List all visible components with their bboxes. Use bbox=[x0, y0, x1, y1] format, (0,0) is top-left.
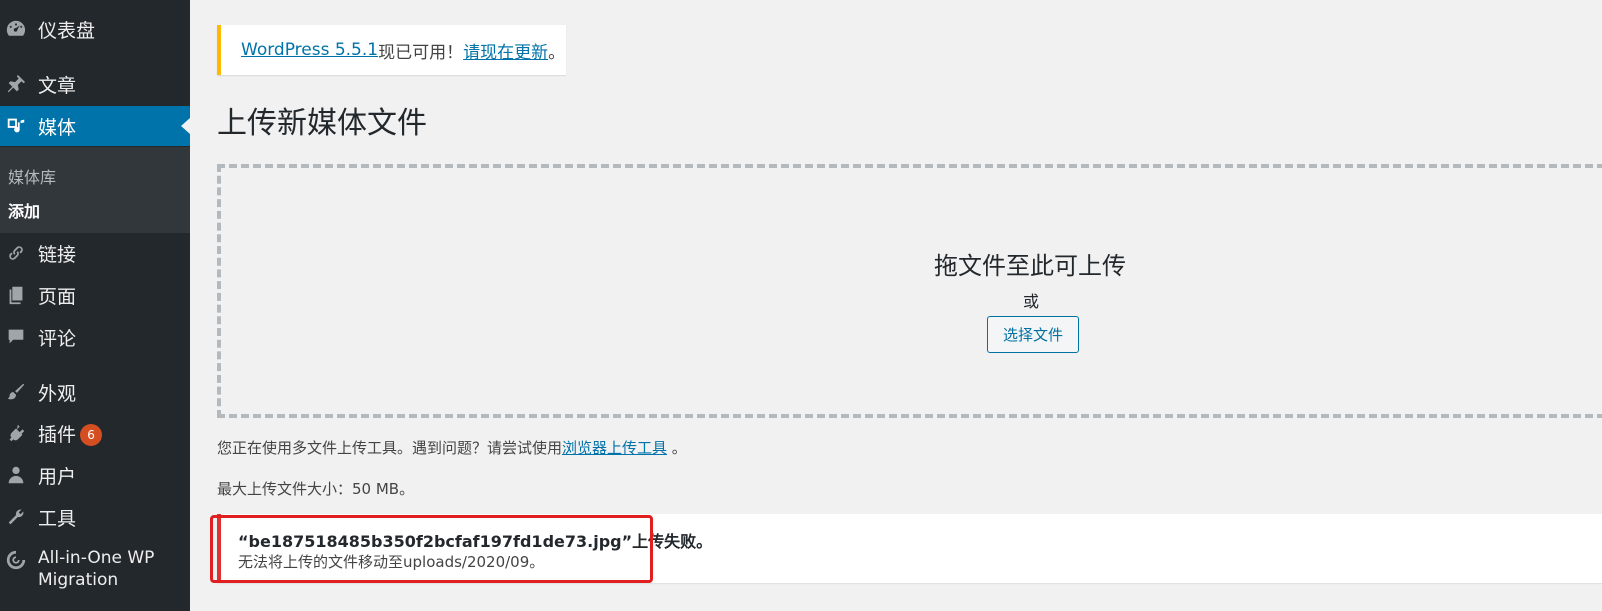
submenu-item-library[interactable]: 媒体库 bbox=[8, 164, 56, 188]
upload-error-title: “be187518485b350f2bcfaf197fd1de73.jpg”上传… bbox=[238, 532, 713, 551]
menu-label: 页面 bbox=[38, 285, 77, 308]
user-icon bbox=[4, 463, 28, 487]
update-now-link[interactable]: 请现在更新 bbox=[463, 38, 548, 63]
migration-icon bbox=[4, 548, 28, 572]
menu-label: 工具 bbox=[38, 507, 77, 530]
menu-item-plugins[interactable]: 插件 6 bbox=[0, 413, 190, 453]
menu-label: 用户 bbox=[38, 465, 77, 488]
menu-label: 文章 bbox=[38, 74, 77, 97]
max-upload-size: 最大上传文件大小：50 MB。 bbox=[217, 480, 415, 498]
drop-or-text: 或 bbox=[1023, 292, 1040, 311]
drop-instructions: 拖文件至此可上传 bbox=[934, 252, 1126, 280]
drag-drop-area[interactable] bbox=[217, 164, 1602, 418]
menu-item-users[interactable]: 用户 bbox=[0, 455, 190, 495]
comment-icon bbox=[4, 325, 28, 349]
notice-text: 现已可用！ bbox=[378, 42, 464, 63]
menu-label: 仪表盘 bbox=[38, 19, 96, 42]
menu-item-appearance[interactable]: 外观 bbox=[0, 372, 190, 412]
plugin-update-badge: 6 bbox=[80, 424, 103, 446]
media-submenu: 媒体库 添加 bbox=[0, 147, 190, 233]
upload-error-detail: 无法将上传的文件移动至uploads/2020/09。 bbox=[238, 553, 545, 571]
link-icon bbox=[4, 241, 28, 265]
media-icon bbox=[4, 114, 28, 138]
menu-item-dashboard[interactable]: 仪表盘 bbox=[0, 9, 190, 49]
browser-uploader-link[interactable]: 浏览器上传工具 bbox=[562, 439, 667, 457]
menu-label: 评论 bbox=[38, 327, 77, 350]
wordpress-version-link[interactable]: WordPress 5.5.1 bbox=[241, 40, 378, 60]
notice-end: 。 bbox=[548, 42, 566, 63]
uploader-note-text: 您正在使用多文件上传工具。遇到问题？请尝试使用 bbox=[217, 439, 563, 457]
admin-sidebar: 仪表盘 文章 媒体 媒体库 添加 链接 页面 评论 外观 插件 6 用户 工具 … bbox=[0, 0, 190, 611]
menu-label: 媒体 bbox=[38, 116, 77, 139]
menu-item-links[interactable]: 链接 bbox=[0, 233, 190, 273]
wrench-icon bbox=[4, 505, 28, 529]
menu-item-all-in-one-wp-migration[interactable]: All-in-One WP Migration bbox=[0, 545, 190, 595]
page-title: 上传新媒体文件 bbox=[217, 106, 427, 141]
pages-icon bbox=[4, 283, 28, 307]
menu-item-comments[interactable]: 评论 bbox=[0, 317, 190, 357]
select-files-button[interactable]: 选择文件 bbox=[987, 316, 1079, 353]
menu-label: 插件 bbox=[38, 423, 77, 446]
dashboard-icon bbox=[4, 17, 28, 41]
submenu-item-add[interactable]: 添加 bbox=[8, 198, 40, 222]
menu-item-pages[interactable]: 页面 bbox=[0, 275, 190, 315]
update-notice: WordPress 5.5.1 现已可用！ 请现在更新。 bbox=[217, 25, 566, 75]
menu-item-tools[interactable]: 工具 bbox=[0, 497, 190, 537]
uploader-note-end: 。 bbox=[667, 439, 687, 457]
menu-label-line2: Migration bbox=[38, 570, 119, 590]
menu-item-media[interactable]: 媒体 bbox=[0, 106, 190, 146]
brush-icon bbox=[4, 380, 28, 404]
menu-item-posts[interactable]: 文章 bbox=[0, 64, 190, 104]
menu-label-line1: All-in-One WP bbox=[38, 548, 155, 568]
pin-icon bbox=[4, 72, 28, 96]
menu-label: 链接 bbox=[38, 243, 77, 266]
plugin-icon bbox=[4, 421, 28, 445]
menu-label: 外观 bbox=[38, 382, 77, 405]
uploader-note: 您正在使用多文件上传工具。遇到问题？请尝试使用浏览器上传工具 。 bbox=[217, 437, 687, 458]
